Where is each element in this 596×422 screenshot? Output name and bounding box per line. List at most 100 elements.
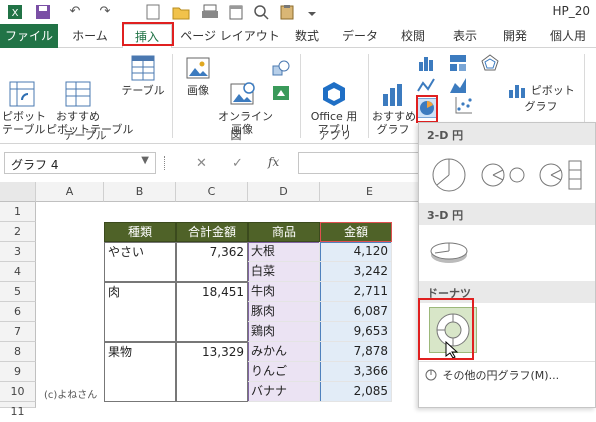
bar-of-pie-option[interactable] bbox=[537, 155, 582, 195]
column-header[interactable]: B bbox=[104, 182, 176, 202]
recommended-pivot-button[interactable]: おすすめ ピボットテーブル bbox=[46, 54, 133, 136]
item-amount-cell[interactable]: 9,653 bbox=[320, 322, 392, 342]
pivot-chart-button[interactable]: ピボットグラフ bbox=[506, 82, 576, 113]
calendar-icon[interactable] bbox=[228, 4, 244, 20]
item-name-cell[interactable]: 大根 bbox=[248, 242, 320, 262]
donut-highlight bbox=[418, 298, 474, 360]
column-header[interactable]: E bbox=[320, 182, 420, 202]
radar-chart-button[interactable] bbox=[480, 54, 500, 74]
item-name-cell[interactable]: 豚肉 bbox=[248, 302, 320, 322]
line-chart-button[interactable] bbox=[416, 76, 436, 96]
name-box[interactable]: グラフ 4 ▼ bbox=[4, 152, 156, 174]
group-type-cell[interactable]: 果物 bbox=[104, 342, 176, 402]
item-amount-cell[interactable]: 2,085 bbox=[320, 382, 392, 402]
watermark: (c)よねさん bbox=[44, 390, 98, 401]
pie-of-pie-option[interactable] bbox=[479, 155, 525, 195]
scatter-chart-button[interactable] bbox=[454, 96, 474, 116]
row-header[interactable]: 8 bbox=[0, 342, 36, 362]
item-name-cell[interactable]: バナナ bbox=[248, 382, 320, 402]
qat-customize-icon[interactable] bbox=[304, 4, 320, 20]
tab-formulas[interactable]: 数式 bbox=[286, 24, 328, 48]
pivot-table-icon bbox=[8, 67, 36, 107]
smartart-button[interactable] bbox=[270, 84, 292, 104]
save-icon[interactable] bbox=[34, 4, 52, 20]
group-separator bbox=[368, 54, 369, 138]
area-chart-button[interactable] bbox=[448, 76, 468, 96]
insert-tab-highlight bbox=[122, 22, 174, 46]
tab-developer[interactable]: 開発 bbox=[494, 24, 536, 48]
tab-data[interactable]: データ bbox=[336, 24, 384, 48]
column-header[interactable]: D bbox=[248, 182, 320, 202]
worksheet-grid: A B C D E 1 2 3 4 5 6 7 8 9 10 11 種類 合計金… bbox=[0, 182, 420, 418]
tab-home[interactable]: ホーム bbox=[66, 24, 114, 48]
row-header[interactable]: 2 bbox=[0, 222, 36, 242]
pivot-table-button[interactable]: ピボット テーブル bbox=[2, 54, 46, 136]
table-button[interactable]: テーブル bbox=[118, 54, 168, 97]
preview-icon[interactable] bbox=[252, 4, 270, 20]
line-chart-icon bbox=[417, 76, 435, 94]
row-header[interactable]: 4 bbox=[0, 262, 36, 282]
item-amount-cell[interactable]: 4,120 bbox=[320, 242, 392, 262]
recommended-chart-button[interactable]: おすすめ グラフ bbox=[372, 54, 416, 136]
undo-icon[interactable]: ↶ bbox=[62, 4, 88, 20]
cancel-icon[interactable]: ✕ bbox=[196, 156, 207, 171]
pie-3d-option[interactable] bbox=[427, 231, 471, 271]
item-amount-cell[interactable]: 2,711 bbox=[320, 282, 392, 302]
item-name-cell[interactable]: 牛肉 bbox=[248, 282, 320, 302]
column-header[interactable]: A bbox=[36, 182, 104, 202]
row-header[interactable]: 6 bbox=[0, 302, 36, 322]
name-box-dropdown-icon[interactable]: ▼ bbox=[141, 155, 149, 166]
image-button[interactable]: 画像 bbox=[178, 54, 218, 97]
column-header[interactable]: C bbox=[176, 182, 248, 202]
row-header[interactable]: 7 bbox=[0, 322, 36, 342]
table-header[interactable]: 商品 bbox=[248, 222, 320, 242]
online-image-button[interactable]: オンライン 画像 bbox=[218, 54, 273, 136]
paste-icon[interactable] bbox=[278, 4, 296, 20]
item-amount-cell[interactable]: 6,087 bbox=[320, 302, 392, 322]
new-file-icon[interactable] bbox=[144, 4, 162, 20]
hierarchy-chart-button[interactable] bbox=[448, 54, 468, 74]
row-header[interactable]: 3 bbox=[0, 242, 36, 262]
row-header[interactable]: 5 bbox=[0, 282, 36, 302]
row-header[interactable]: 11 bbox=[0, 402, 36, 418]
row-header[interactable]: 9 bbox=[0, 362, 36, 382]
ribbon-tabs: ファイル ホーム 挿入 ページ レイアウト 数式 データ 校閲 表示 開発 個人… bbox=[0, 24, 596, 49]
pie-2d-option[interactable] bbox=[427, 155, 471, 195]
formula-input[interactable] bbox=[298, 152, 418, 174]
enter-icon[interactable]: ✓ bbox=[232, 156, 243, 171]
more-pie-charts-link[interactable]: その他の円グラフ(M)... bbox=[425, 367, 559, 384]
svg-text:X: X bbox=[12, 8, 19, 19]
item-amount-cell[interactable]: 7,878 bbox=[320, 342, 392, 362]
recommended-chart-label: おすすめ グラフ bbox=[372, 110, 416, 136]
tab-review[interactable]: 校閲 bbox=[390, 24, 436, 48]
tab-file[interactable]: ファイル bbox=[0, 24, 58, 48]
formula-splitter[interactable] bbox=[164, 156, 166, 170]
item-amount-cell[interactable]: 3,366 bbox=[320, 362, 392, 382]
group-total-cell[interactable]: 7,362 bbox=[176, 242, 248, 282]
item-amount-cell[interactable]: 3,242 bbox=[320, 262, 392, 282]
table-header[interactable]: 合計金額 bbox=[176, 222, 248, 242]
group-total-cell[interactable]: 13,329 bbox=[176, 342, 248, 402]
office-app-button[interactable]: Office 用 アプリ bbox=[306, 54, 362, 136]
fx-icon[interactable]: fx bbox=[268, 155, 279, 169]
item-name-cell[interactable]: 鶏肉 bbox=[248, 322, 320, 342]
item-name-cell[interactable]: みかん bbox=[248, 342, 320, 362]
tab-personal[interactable]: 個人用 bbox=[540, 24, 596, 48]
shapes-button[interactable] bbox=[270, 60, 292, 80]
column-chart-button[interactable] bbox=[416, 54, 436, 74]
tab-page-layout[interactable]: ページ レイアウト bbox=[178, 24, 282, 48]
select-all-corner[interactable] bbox=[0, 182, 36, 202]
group-separator bbox=[300, 54, 301, 138]
group-type-cell[interactable]: 肉 bbox=[104, 282, 176, 342]
row-header[interactable]: 1 bbox=[0, 202, 36, 222]
item-name-cell[interactable]: りんご bbox=[248, 362, 320, 382]
tab-view[interactable]: 表示 bbox=[442, 24, 488, 48]
group-type-cell[interactable]: やさい bbox=[104, 242, 176, 282]
item-name-cell[interactable]: 白菜 bbox=[248, 262, 320, 282]
table-header[interactable]: 種類 bbox=[104, 222, 176, 242]
print-icon[interactable] bbox=[200, 4, 220, 20]
redo-icon[interactable]: ↷ bbox=[92, 4, 118, 20]
row-header[interactable]: 10 bbox=[0, 382, 36, 402]
open-folder-icon[interactable] bbox=[170, 4, 192, 20]
group-total-cell[interactable]: 18,451 bbox=[176, 282, 248, 342]
